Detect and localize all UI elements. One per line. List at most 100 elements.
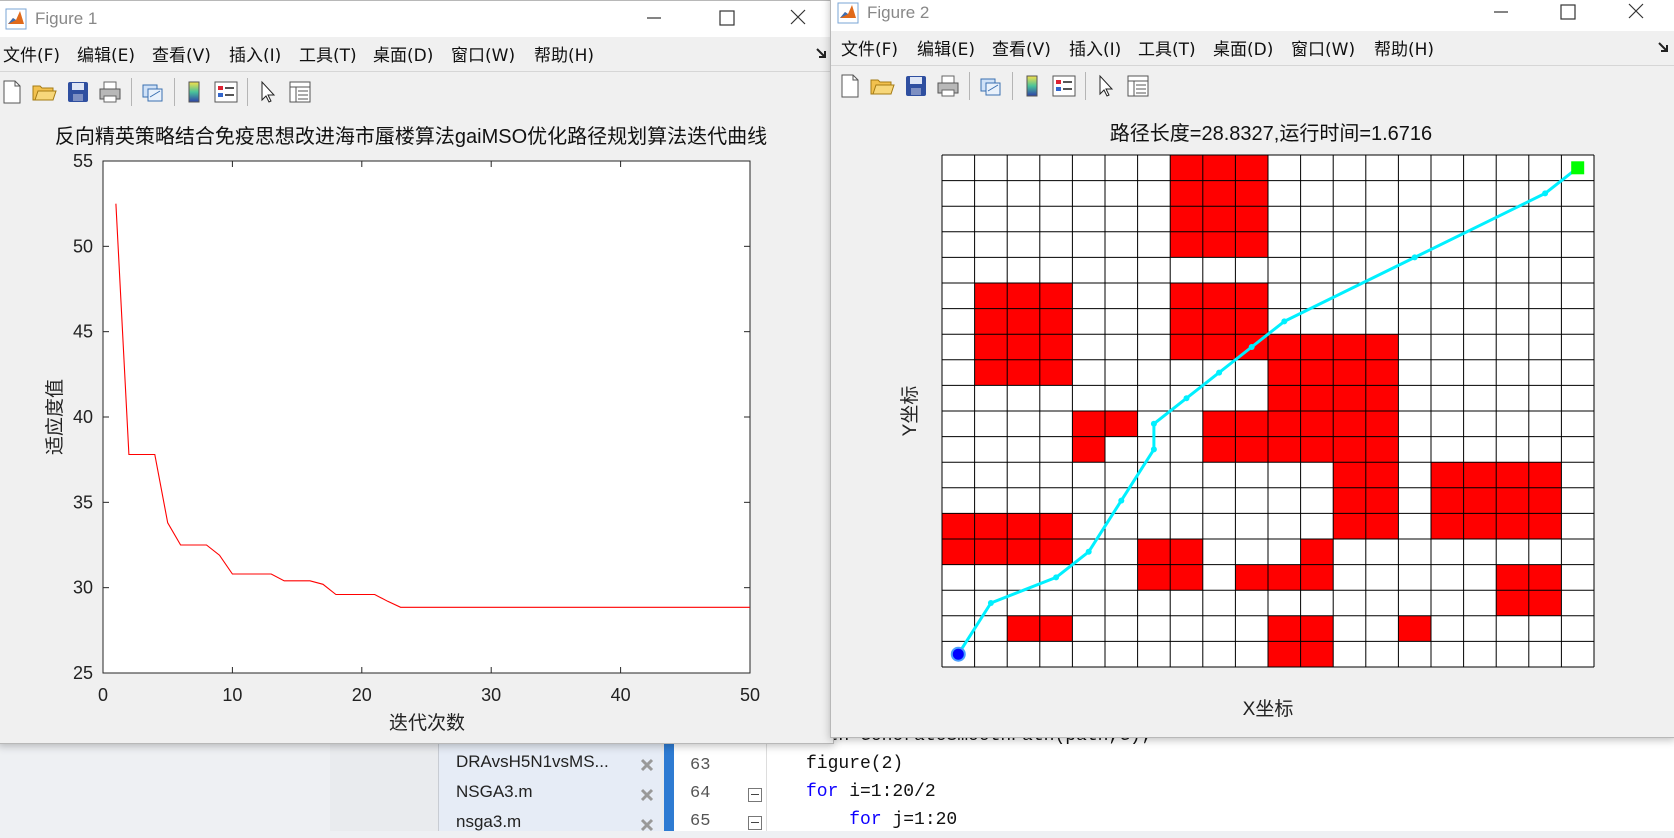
toolbar-separator bbox=[969, 72, 970, 100]
code-text: i=1:20/2 bbox=[838, 782, 936, 802]
menu-file[interactable]: 文件(F) bbox=[3, 37, 60, 70]
start-point bbox=[950, 646, 966, 662]
obstacle-cell bbox=[1365, 359, 1399, 386]
obstacle-cell bbox=[1365, 487, 1399, 514]
y-axis-label: 适应度值 bbox=[44, 379, 66, 455]
matlab-logo-icon bbox=[837, 2, 859, 24]
print-icon[interactable] bbox=[935, 73, 961, 99]
menu-help[interactable]: 帮助(H) bbox=[534, 37, 594, 70]
obstacle-cell bbox=[1268, 411, 1301, 437]
maximize-icon[interactable] bbox=[1553, 0, 1583, 25]
minimize-icon[interactable] bbox=[1486, 0, 1516, 25]
menu-edit[interactable]: 编辑(E) bbox=[917, 31, 975, 64]
link-plot-icon[interactable] bbox=[977, 73, 1003, 99]
save-icon[interactable] bbox=[65, 79, 91, 105]
figure-1-titlebar[interactable]: Figure 1 bbox=[0, 1, 833, 37]
legend-icon[interactable] bbox=[213, 79, 239, 105]
link-plot-icon[interactable] bbox=[139, 79, 165, 105]
obstacle-cell bbox=[1235, 180, 1268, 207]
close-file-icon[interactable] bbox=[640, 758, 654, 772]
obstacle-cell bbox=[1300, 641, 1334, 667]
obstacle-cell bbox=[1007, 308, 1040, 335]
obstacle-cell bbox=[1333, 436, 1366, 463]
obstacle-cell bbox=[1365, 411, 1399, 437]
figure-2-window[interactable]: Figure 2 文件(F) 编辑(E) 查看(V) 插入(I) 工具(T) 桌… bbox=[830, 0, 1674, 738]
colorbar-icon[interactable] bbox=[1019, 73, 1045, 99]
path-waypoint bbox=[1411, 254, 1418, 261]
dock-figure-icon[interactable] bbox=[1657, 40, 1671, 54]
file-item[interactable]: NSGA3.m bbox=[456, 782, 533, 808]
print-icon[interactable] bbox=[97, 79, 123, 105]
obstacle-cell bbox=[1170, 155, 1203, 181]
obstacle-cell bbox=[1007, 615, 1040, 642]
menu-desktop[interactable]: 桌面(D) bbox=[1213, 31, 1273, 64]
obstacle-cell bbox=[1398, 615, 1431, 642]
close-icon[interactable] bbox=[783, 5, 813, 31]
obstacle-cell bbox=[1039, 359, 1073, 386]
menu-desktop[interactable]: 桌面(D) bbox=[373, 37, 433, 70]
menu-window[interactable]: 窗口(W) bbox=[451, 37, 515, 70]
code-fold-toggle[interactable] bbox=[748, 788, 762, 802]
code-line[interactable]: for i=1:20/2 bbox=[806, 782, 936, 802]
convergence-chart[interactable]: 反向精英策略结合免疫思想改进海市蜃楼算法gaiMSO优化路径规划算法迭代曲线 0… bbox=[0, 112, 833, 743]
toolbar-separator bbox=[1085, 72, 1086, 100]
menu-window[interactable]: 窗口(W) bbox=[1291, 31, 1355, 64]
path-waypoint bbox=[1248, 344, 1255, 350]
save-icon[interactable] bbox=[903, 73, 929, 99]
menu-insert[interactable]: 插入(I) bbox=[229, 37, 281, 70]
menu-edit[interactable]: 编辑(E) bbox=[77, 37, 135, 70]
new-figure-icon[interactable] bbox=[0, 79, 25, 105]
obstacle-cell bbox=[1333, 359, 1366, 386]
colorbar-icon[interactable] bbox=[181, 79, 207, 105]
menu-insert[interactable]: 插入(I) bbox=[1069, 31, 1121, 64]
obstacle-cell bbox=[1039, 539, 1073, 565]
maximize-icon[interactable] bbox=[712, 5, 742, 31]
toolbar-separator bbox=[174, 78, 175, 106]
figure-1-window[interactable]: Figure 1 文件(F) 编辑(E) 查看(V) 插入(I) 工具(T) 桌… bbox=[0, 0, 834, 744]
x-tick-label: 30 bbox=[481, 685, 501, 705]
pointer-icon[interactable] bbox=[1093, 73, 1119, 99]
obstacle-cell bbox=[1300, 539, 1334, 565]
path-waypoint bbox=[1150, 446, 1157, 453]
code-fold-toggle[interactable] bbox=[748, 816, 762, 830]
open-file-icon[interactable] bbox=[31, 79, 57, 105]
menu-file[interactable]: 文件(F) bbox=[841, 31, 898, 64]
new-figure-icon[interactable] bbox=[837, 73, 863, 99]
minimize-icon[interactable] bbox=[639, 5, 669, 31]
close-file-icon[interactable] bbox=[640, 788, 654, 802]
file-item[interactable]: DRAvsH5N1vsMS... bbox=[456, 752, 609, 778]
file-item[interactable]: nsga3.m bbox=[456, 812, 521, 838]
plot-axes[interactable] bbox=[102, 160, 751, 674]
legend-icon[interactable] bbox=[1051, 73, 1077, 99]
menu-view[interactable]: 查看(V) bbox=[992, 31, 1051, 64]
obstacle-cell bbox=[1039, 283, 1073, 309]
code-line[interactable]: figure(2) bbox=[806, 754, 903, 774]
grid-map-chart[interactable]: 路径长度=28.8327,运行时间=1.6716 X坐标 Y坐标 bbox=[831, 106, 1674, 737]
dock-figure-icon[interactable] bbox=[815, 46, 829, 60]
obstacle-cell bbox=[1496, 487, 1529, 514]
open-file-icon[interactable] bbox=[869, 73, 895, 99]
obstacle-cell bbox=[974, 308, 1008, 335]
figure-2-titlebar[interactable]: Figure 2 bbox=[831, 0, 1674, 31]
menu-view[interactable]: 查看(V) bbox=[152, 37, 211, 70]
obstacle-cell bbox=[1170, 283, 1203, 309]
code-line[interactable]: for j=1:20 bbox=[806, 810, 957, 830]
property-inspector-icon[interactable] bbox=[1125, 73, 1151, 99]
obstacle-cell bbox=[1170, 539, 1203, 565]
obstacle-cell bbox=[1333, 411, 1366, 437]
obstacle-cell bbox=[1072, 411, 1105, 437]
pointer-icon[interactable] bbox=[255, 79, 281, 105]
menu-tools[interactable]: 工具(T) bbox=[299, 37, 357, 70]
y-tick-label: 55 bbox=[73, 151, 93, 171]
obstacle-cell bbox=[1007, 334, 1040, 360]
path-waypoint bbox=[1150, 420, 1157, 427]
obstacle-cell bbox=[1137, 539, 1171, 565]
obstacle-cell bbox=[1463, 462, 1497, 488]
menu-tools[interactable]: 工具(T) bbox=[1138, 31, 1196, 64]
close-icon[interactable] bbox=[1621, 0, 1651, 25]
close-file-icon[interactable] bbox=[640, 818, 654, 832]
obstacle-cell bbox=[1039, 615, 1073, 642]
obstacle-cell bbox=[1333, 513, 1366, 539]
property-inspector-icon[interactable] bbox=[287, 79, 313, 105]
menu-help[interactable]: 帮助(H) bbox=[1374, 31, 1434, 64]
